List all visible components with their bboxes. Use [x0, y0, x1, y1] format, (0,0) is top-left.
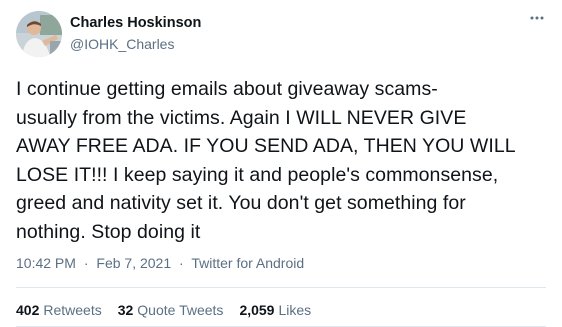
likes-label: Likes — [278, 302, 312, 318]
tweet-card: Charles Hoskinson @IOHK_Charles I contin… — [0, 0, 562, 327]
meta-separator: · — [179, 255, 184, 271]
tweet-text-line: I continue getting emails about giveaway… — [16, 78, 438, 100]
tweet-text-line: AWAY FREE ADA. IF YOU SEND ADA, THEN YOU… — [16, 135, 516, 157]
meta-separator: · — [83, 255, 89, 271]
retweets-label: Retweets — [43, 302, 102, 318]
quote-tweets-stat[interactable]: 32 Quote Tweets — [118, 302, 224, 318]
tweet-text-line: LOSE IT!!! I keep saying it and people's… — [16, 163, 499, 186]
author-name[interactable]: Charles Hoskinson — [70, 15, 201, 31]
tweet-text-line: greed and nativity set it. You don't get… — [16, 192, 466, 214]
tweet-date[interactable]: Feb 7, 2021 — [96, 255, 171, 271]
more-options-icon[interactable] — [526, 10, 548, 26]
tweet-text-line: nothing. Stop doing it — [16, 220, 201, 243]
avatar[interactable] — [16, 11, 62, 57]
retweets-stat[interactable]: 402 Retweets — [16, 302, 102, 318]
likes-count: 2,059 — [239, 302, 275, 318]
profile-photo-icon — [16, 11, 62, 57]
tweet-stats: 402 Retweets 32 Quote Tweets 2,059 Likes — [16, 302, 311, 318]
tweet-text: I continue getting emails about giveaway… — [16, 75, 550, 246]
tweet-source[interactable]: Twitter for Android — [191, 255, 304, 271]
likes-stat[interactable]: 2,059 Likes — [239, 302, 311, 318]
tweet-text-line: usually from the victims. Again I WILL N… — [16, 106, 467, 129]
divider — [16, 287, 546, 288]
tweet-meta: 10:42 PM · Feb 7, 2021 · Twitter for And… — [16, 255, 304, 271]
retweets-count: 402 — [16, 302, 40, 318]
tweet-time[interactable]: 10:42 PM — [16, 255, 76, 271]
quote-tweets-count: 32 — [117, 302, 134, 318]
quote-tweets-label: Quote Tweets — [137, 302, 224, 318]
author-handle[interactable]: @IOHK_Charles — [70, 36, 174, 52]
